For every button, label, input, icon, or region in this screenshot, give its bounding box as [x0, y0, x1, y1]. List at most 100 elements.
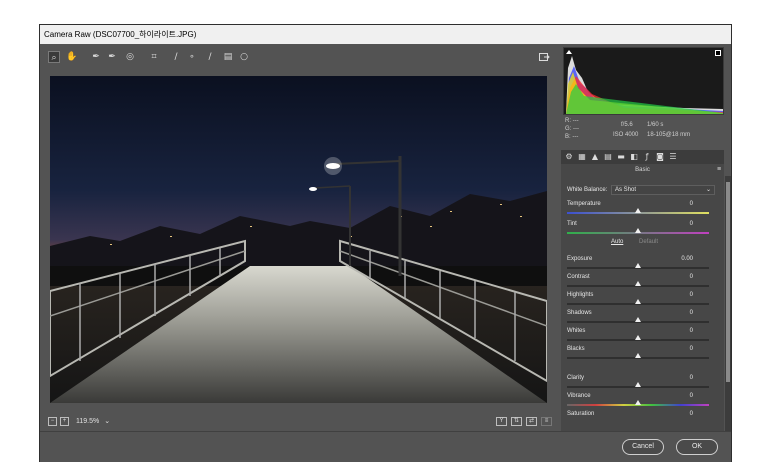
white-balance-tool-icon[interactable]: ✒: [90, 51, 102, 63]
r-value: ---: [572, 118, 579, 124]
radial-filter-icon[interactable]: ○: [238, 51, 250, 63]
targeted-adjustment-tool-icon[interactable]: ◎: [124, 51, 136, 63]
exposure-thumb[interactable]: [635, 263, 641, 268]
white-balance-value: As Shot: [615, 187, 637, 193]
default-link[interactable]: Default: [639, 239, 658, 245]
ok-button[interactable]: OK: [676, 439, 718, 455]
zoom-out-icon[interactable]: −: [48, 417, 57, 426]
hsl-tab-icon[interactable]: ▤: [603, 152, 613, 162]
toggle-settings-icon[interactable]: ≡: [541, 417, 552, 426]
temperature-slider[interactable]: Temperature 0: [567, 200, 715, 218]
info-readout: R: --- G: --- B: --- f/5.6 1/60 s ISO 40…: [565, 118, 725, 148]
zoom-dropdown-icon[interactable]: ⌄: [104, 418, 110, 425]
clarity-value[interactable]: 0: [690, 374, 693, 382]
tint-label: Tint: [567, 221, 577, 227]
b-label: B:: [565, 134, 571, 140]
panel-scrollbar[interactable]: [725, 176, 731, 431]
vibrance-thumb[interactable]: [635, 400, 641, 405]
highlights-thumb[interactable]: [635, 299, 641, 304]
effects-tab-icon[interactable]: ƒ: [642, 152, 652, 162]
aperture: f/5.6: [621, 122, 633, 128]
camera-calibration-tab-icon[interactable]: ◙: [655, 152, 665, 162]
crop-tool-icon[interactable]: ⌗: [148, 51, 160, 63]
blacks-slider[interactable]: Blacks 0: [567, 345, 715, 363]
highlights-value[interactable]: 0: [690, 291, 693, 299]
saturation-slider[interactable]: Saturation 0: [567, 410, 715, 428]
lens-corrections-tab-icon[interactable]: ◧: [629, 152, 639, 162]
exposure-slider[interactable]: Exposure 0.00: [567, 255, 715, 273]
highlights-label: Highlights: [567, 292, 594, 298]
toolbar: ⌕ ✋ ✒ ✒ ◎ ⌗ ∕ ∘ ∕ ▤ ○: [40, 44, 560, 70]
tint-thumb[interactable]: [635, 228, 641, 233]
shadows-value[interactable]: 0: [690, 309, 693, 317]
presets-tab-icon[interactable]: ☰: [668, 152, 678, 162]
swap-settings-icon[interactable]: ⇅: [511, 417, 522, 426]
highlight-clipping-warning-icon[interactable]: [715, 50, 721, 56]
white-balance-label: White Balance:: [567, 187, 608, 193]
contrast-label: Contrast: [567, 274, 590, 280]
zoom-level[interactable]: 119.5% ⌄: [76, 417, 110, 427]
zoom-tool-icon[interactable]: ⌕: [48, 51, 60, 63]
camera-raw-window: Camera Raw (DSC07700_하이라이트.JPG) ⌕ ✋ ✒ ✒ …: [39, 24, 732, 462]
temperature-value[interactable]: 0: [690, 200, 693, 208]
temperature-thumb[interactable]: [635, 208, 641, 213]
temperature-label: Temperature: [567, 201, 601, 207]
clarity-thumb[interactable]: [635, 382, 641, 387]
preview-bottom-bar: − + 119.5% ⌄ Y ⇅ ⇄ ≡: [40, 415, 560, 431]
basic-tab-icon[interactable]: ⚙: [564, 152, 574, 162]
contrast-thumb[interactable]: [635, 281, 641, 286]
tint-value[interactable]: 0: [690, 220, 693, 228]
saturation-value[interactable]: 0: [690, 410, 693, 418]
spot-removal-tool-icon[interactable]: ∘: [186, 51, 198, 63]
split-toning-tab-icon[interactable]: ▬: [616, 152, 626, 162]
basic-controls: White Balance: As Shot ⌄ Auto Default Te…: [561, 176, 724, 431]
auto-link[interactable]: Auto: [611, 239, 623, 245]
whites-value[interactable]: 0: [690, 327, 693, 335]
clarity-slider[interactable]: Clarity 0: [567, 374, 715, 392]
blacks-value[interactable]: 0: [690, 345, 693, 353]
contrast-slider[interactable]: Contrast 0: [567, 273, 715, 291]
vibrance-slider[interactable]: Vibrance 0: [567, 392, 715, 410]
before-after-icon[interactable]: Y: [496, 417, 507, 426]
contrast-value[interactable]: 0: [690, 273, 693, 281]
whites-slider[interactable]: Whites 0: [567, 327, 715, 345]
whites-thumb[interactable]: [635, 335, 641, 340]
shadows-thumb[interactable]: [635, 317, 641, 322]
shadows-slider[interactable]: Shadows 0: [567, 309, 715, 327]
iso: ISO 4000: [613, 132, 639, 138]
straighten-tool-icon[interactable]: ∕: [170, 51, 182, 63]
adjustment-brush-icon[interactable]: ∕: [204, 51, 216, 63]
adjustments-sidebar: R: --- G: --- B: --- f/5.6 1/60 s ISO 40…: [561, 44, 731, 431]
panel-menu-icon[interactable]: ≡: [717, 166, 721, 173]
open-preferences-icon[interactable]: [538, 51, 550, 63]
g-label: G:: [565, 126, 572, 132]
tint-slider[interactable]: Tint 0: [567, 220, 715, 238]
exposure-label: Exposure: [567, 256, 593, 262]
vibrance-value[interactable]: 0: [690, 392, 693, 400]
white-balance-row: White Balance: As Shot ⌄: [567, 185, 715, 195]
night-bridge-photo: [50, 76, 547, 403]
white-balance-select[interactable]: As Shot ⌄: [611, 185, 715, 195]
chevron-down-icon: ⌄: [705, 187, 711, 193]
graduated-filter-icon[interactable]: ▤: [222, 51, 234, 63]
vibrance-label: Vibrance: [567, 393, 591, 399]
copy-settings-icon[interactable]: ⇄: [526, 417, 537, 426]
cancel-button[interactable]: Cancel: [622, 439, 664, 455]
shadows-label: Shadows: [567, 310, 592, 316]
zoom-in-icon[interactable]: +: [60, 417, 69, 426]
highlights-slider[interactable]: Highlights 0: [567, 291, 715, 309]
saturation-label: Saturation: [567, 411, 595, 417]
detail-tab-icon[interactable]: ▲: [590, 152, 600, 162]
window-title: Camera Raw (DSC07700_하이라이트.JPG): [40, 25, 731, 44]
panel-scrollbar-thumb[interactable]: [726, 182, 730, 382]
hand-tool-icon[interactable]: ✋: [66, 51, 78, 63]
zoom-level-value: 119.5%: [76, 418, 100, 425]
shadow-clipping-warning-icon[interactable]: [566, 50, 572, 54]
blacks-thumb[interactable]: [635, 353, 641, 358]
g-value: ---: [573, 126, 580, 132]
auto-default-row: Auto Default: [611, 239, 672, 245]
exposure-value[interactable]: 0.00: [681, 255, 693, 263]
tone-curve-tab-icon[interactable]: ▦: [577, 152, 587, 162]
color-sampler-tool-icon[interactable]: ✒: [106, 51, 118, 63]
photo-preview[interactable]: [50, 76, 547, 403]
